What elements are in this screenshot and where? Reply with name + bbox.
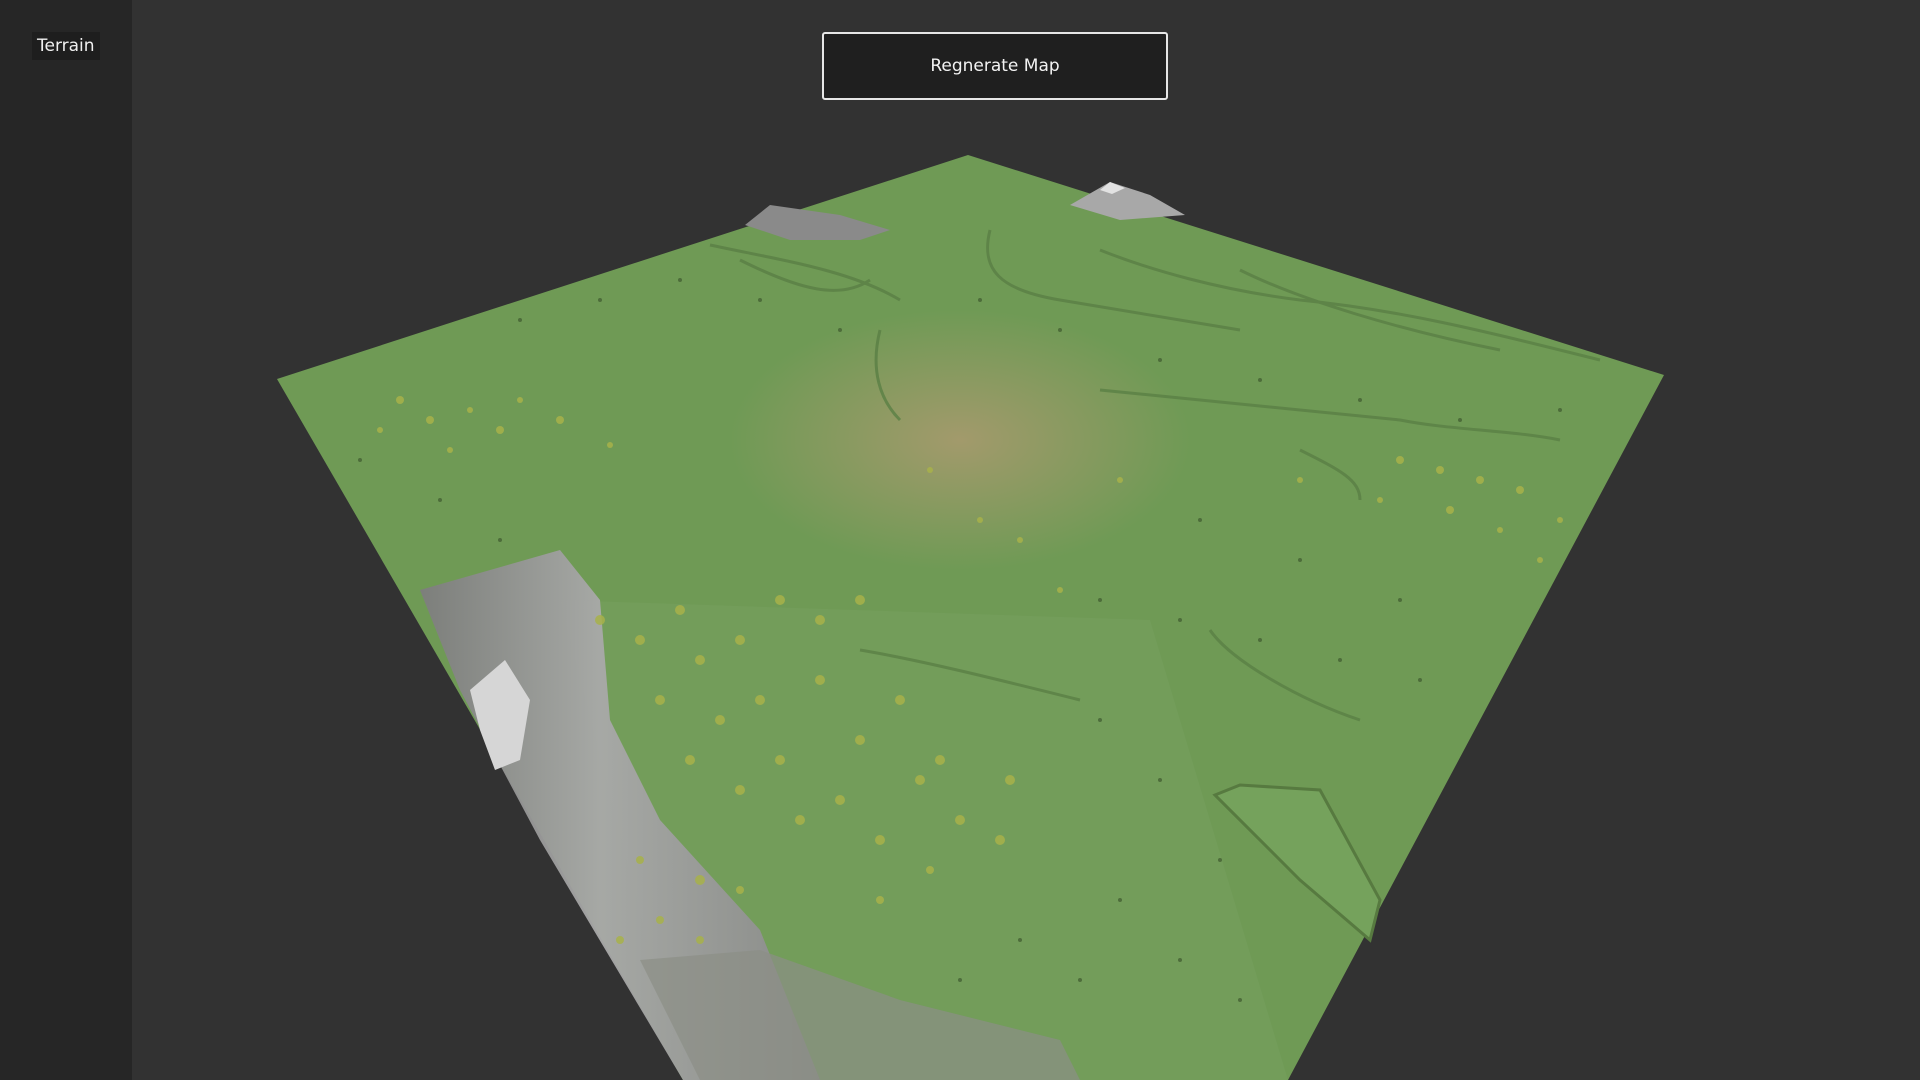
sidebar-panel: Terrain [0, 0, 132, 1080]
dry-grass-patch [730, 310, 1190, 570]
terrain-label: Terrain [32, 32, 100, 60]
regenerate-map-button[interactable]: Regnerate Map [822, 32, 1168, 100]
terrain-app: Terrain Regnerate Map [0, 0, 1920, 1080]
terrain-scene[interactable] [0, 0, 1920, 1080]
